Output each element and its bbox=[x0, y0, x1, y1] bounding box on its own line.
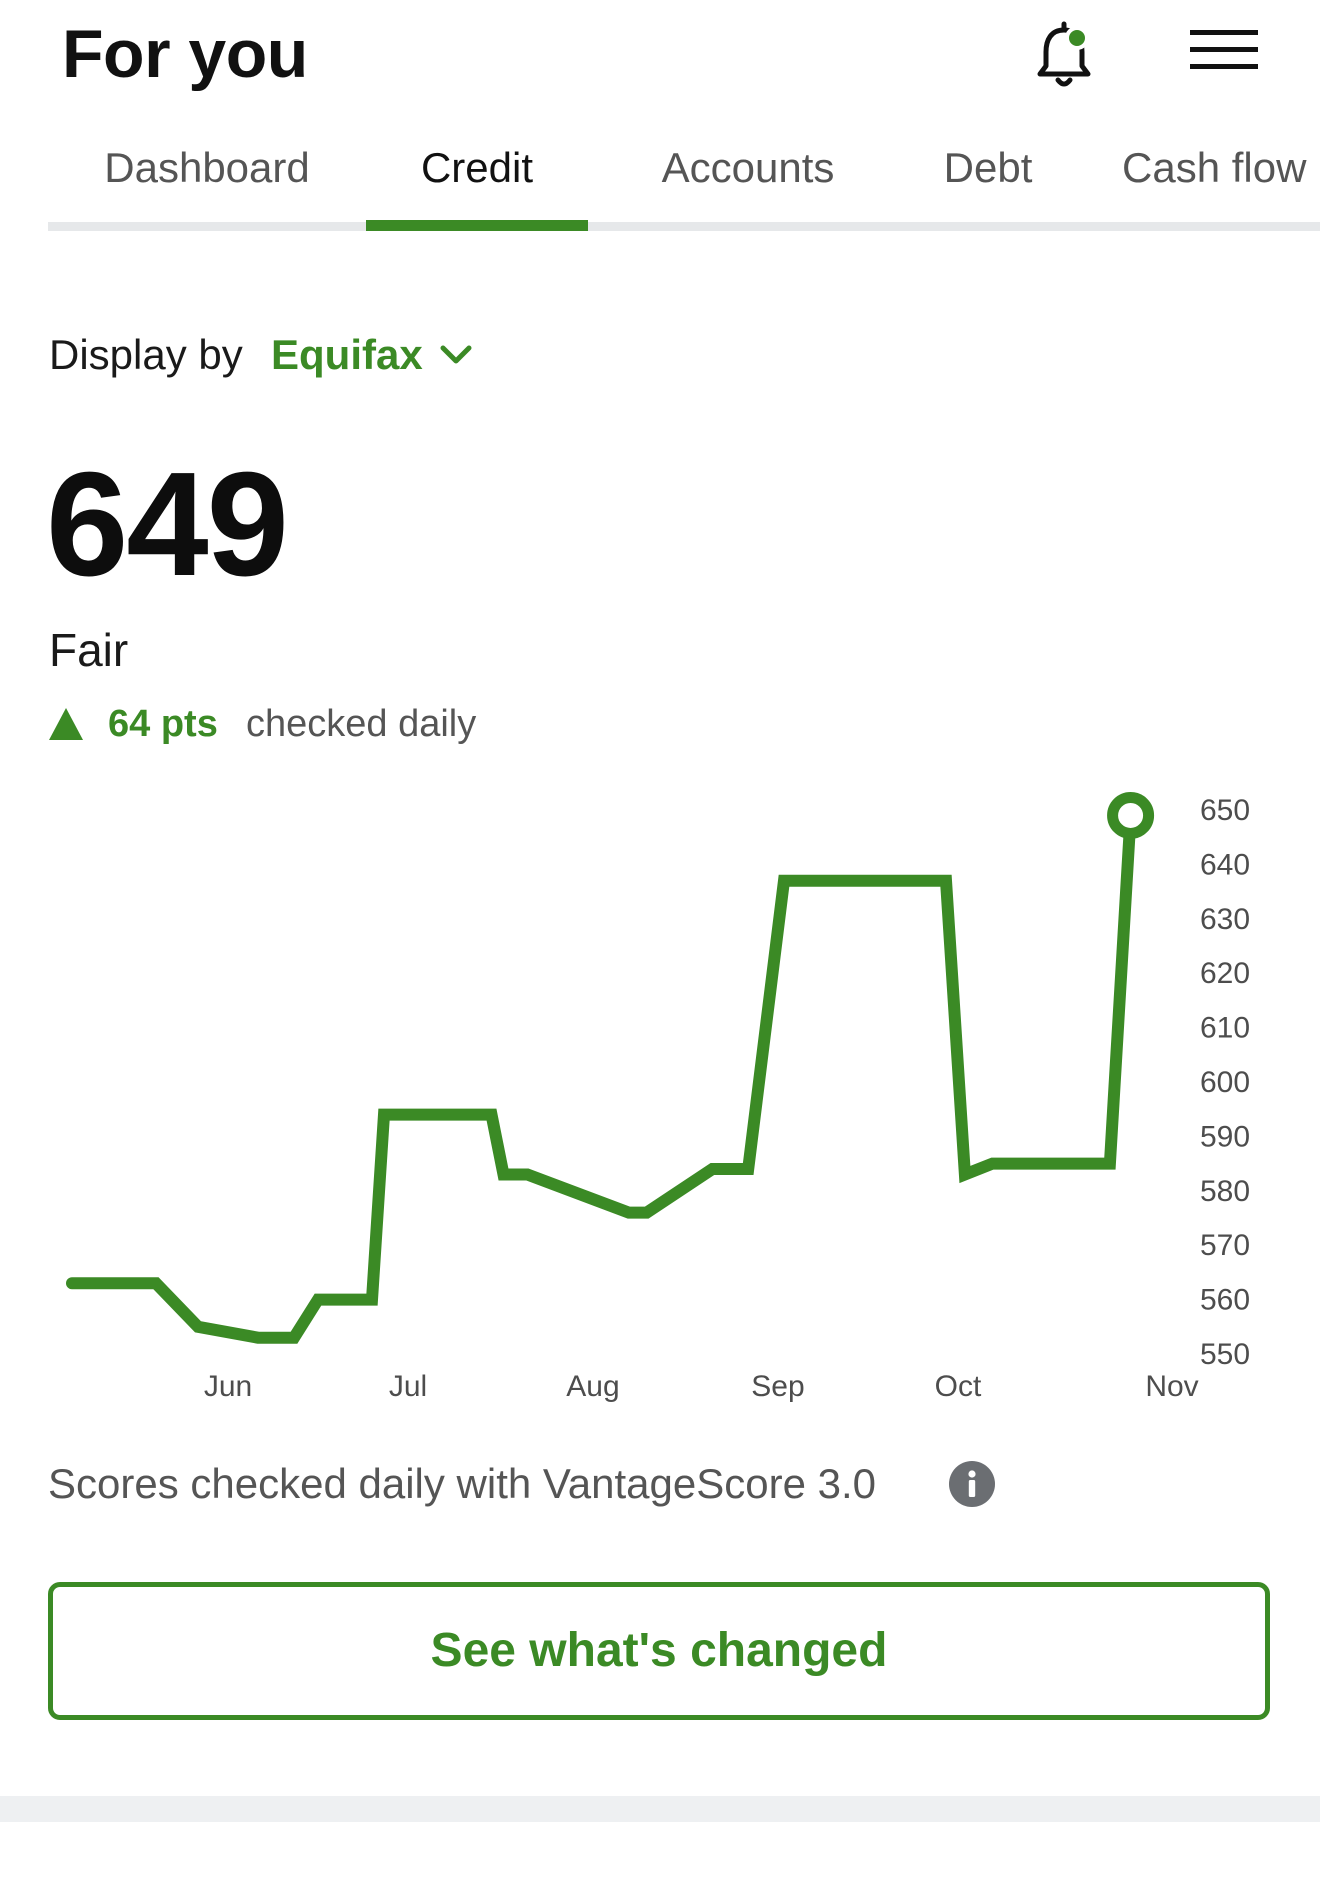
hamburger-menu-icon bbox=[1190, 30, 1258, 69]
y-tick-label: 600 bbox=[1200, 1066, 1250, 1099]
tab-bar: Dashboard Credit Accounts Debt Cash flow bbox=[48, 132, 1320, 232]
display-by-label: Display by bbox=[49, 331, 243, 378]
bureau-selector[interactable]: Equifax bbox=[271, 326, 423, 384]
credit-score-rating: Fair bbox=[49, 624, 129, 676]
tab-credit[interactable]: Credit bbox=[366, 132, 588, 204]
credit-score-chart: 650 640 630 620 610 600 590 580 570 560 550 Jun Jul… bbox=[66, 791, 1250, 1403]
credit-score-value: 649 bbox=[46, 442, 289, 607]
y-tick-label: 620 bbox=[1200, 957, 1250, 990]
x-tick-label: Jul bbox=[389, 1370, 427, 1403]
y-tick-label: 640 bbox=[1200, 848, 1250, 881]
x-tick-label: Jun bbox=[204, 1370, 252, 1403]
notifications-button[interactable] bbox=[1026, 18, 1102, 94]
up-triangle-icon bbox=[49, 708, 83, 740]
section-divider bbox=[0, 1796, 1320, 1822]
y-tick-label: 560 bbox=[1200, 1284, 1250, 1317]
x-tick-label: Sep bbox=[751, 1370, 804, 1403]
score-change-note: checked daily bbox=[246, 703, 477, 745]
chevron-down-icon[interactable] bbox=[439, 340, 473, 370]
latest-score-marker[interactable] bbox=[1107, 791, 1155, 839]
score-line bbox=[66, 809, 1137, 1344]
y-tick-label: 570 bbox=[1200, 1229, 1250, 1262]
vantage-text: Scores checked daily with VantageScore 3… bbox=[48, 1460, 877, 1507]
page-title: For you bbox=[62, 16, 308, 92]
bell-notification-icon bbox=[1037, 21, 1091, 87]
tab-rail bbox=[48, 222, 1320, 231]
x-tick-label: Aug bbox=[566, 1370, 619, 1403]
see-whats-changed-button[interactable]: See what's changed bbox=[48, 1582, 1270, 1720]
y-tick-label: 580 bbox=[1200, 1175, 1250, 1208]
x-tick-label: Oct bbox=[935, 1370, 982, 1403]
y-tick-label: 550 bbox=[1200, 1338, 1250, 1371]
y-tick-label: 610 bbox=[1200, 1012, 1250, 1045]
tab-accounts[interactable]: Accounts bbox=[628, 132, 868, 204]
tab-cash-flow[interactable]: Cash flow bbox=[1122, 132, 1320, 204]
bureau-selected-label: Equifax bbox=[271, 331, 423, 378]
y-tick-label: 630 bbox=[1200, 903, 1250, 936]
menu-button[interactable] bbox=[1186, 18, 1262, 84]
tab-debt[interactable]: Debt bbox=[918, 132, 1058, 204]
score-change-points: 64 pts bbox=[108, 703, 218, 745]
y-tick-label: 590 bbox=[1200, 1120, 1250, 1153]
x-axis: Jun Jul Aug Sep Oct Nov bbox=[204, 1370, 1199, 1403]
x-tick-label: Nov bbox=[1145, 1370, 1198, 1403]
display-by-row: Display by Equifax bbox=[49, 326, 472, 384]
active-tab-indicator bbox=[366, 220, 588, 231]
info-icon[interactable] bbox=[948, 1460, 996, 1508]
tab-dashboard[interactable]: Dashboard bbox=[88, 132, 326, 204]
vantage-info-row: Scores checked daily with VantageScore 3… bbox=[48, 1454, 995, 1514]
y-tick-label: 650 bbox=[1200, 794, 1250, 827]
notification-dot bbox=[1065, 26, 1089, 50]
y-axis: 650 640 630 620 610 600 590 580 570 560 550 bbox=[1200, 794, 1250, 1371]
